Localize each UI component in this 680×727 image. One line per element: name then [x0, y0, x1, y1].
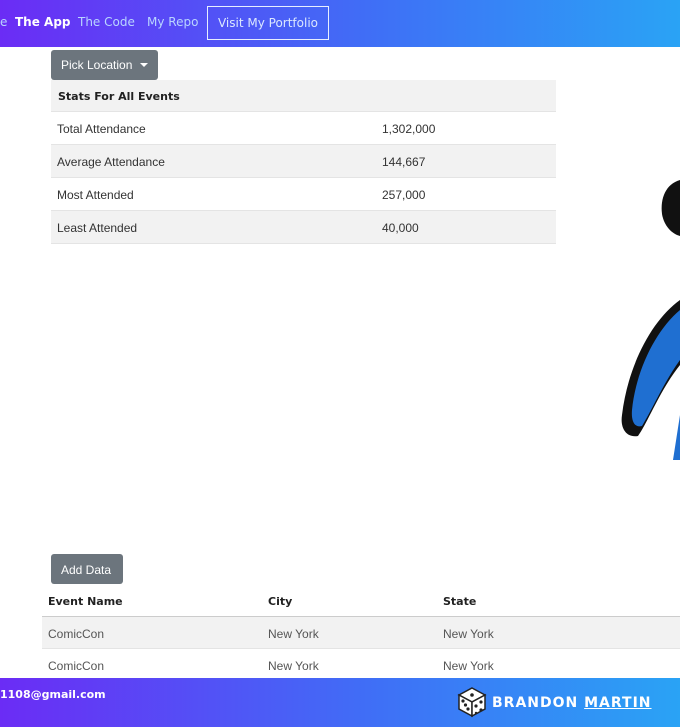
events-header-row: Event Name City State [42, 584, 680, 617]
nav-link-home[interactable]: e [0, 15, 7, 29]
stats-header-label: Stats For All Events [58, 90, 180, 103]
table-row: ComicCon New York New York [42, 617, 680, 649]
table-row: ComicCon New York New York [42, 649, 680, 681]
events-table: Event Name City State ComicCon New York … [42, 584, 680, 681]
nav-link-the-app[interactable]: The App [15, 15, 71, 29]
dice-icon [457, 687, 487, 718]
caret-down-icon [140, 62, 149, 67]
footer-email-link[interactable]: 1108@gmail.com [0, 688, 106, 701]
city-cell: New York [268, 627, 319, 641]
stats-header: Stats For All Events [51, 80, 556, 112]
state-cell: New York [443, 659, 494, 673]
pick-location-dropdown[interactable]: Pick Location [51, 50, 158, 80]
top-navbar: e The App The Code My Repo Visit My Port… [0, 0, 680, 47]
graphic-black-shape [661, 180, 680, 236]
stats-row: Average Attendance 144,667 [51, 145, 556, 178]
stats-value: 144,667 [382, 155, 426, 169]
brand-first-name: BRANDON [492, 695, 579, 711]
event-name-cell: ComicCon [48, 627, 105, 641]
column-header-event-name: Event Name [48, 595, 123, 608]
stats-value: 1,302,000 [382, 122, 436, 136]
brand-name: BRANDON MARTIN [492, 695, 652, 711]
city-cell: New York [268, 659, 319, 673]
state-cell: New York [443, 627, 494, 641]
graphic-blue-fragment [673, 415, 680, 460]
footer: 1108@gmail.com BRANDON MARTIN [0, 678, 680, 727]
stats-row: Total Attendance 1,302,000 [51, 112, 556, 145]
nav-link-the-code[interactable]: The Code [78, 15, 135, 29]
stats-row: Least Attended 40,000 [51, 211, 556, 244]
stats-label: Average Attendance [57, 155, 165, 169]
visit-portfolio-button[interactable]: Visit My Portfolio [207, 6, 329, 40]
stats-row: Most Attended 257,000 [51, 178, 556, 211]
pick-location-label: Pick Location [61, 58, 133, 72]
decorative-graphic [621, 180, 680, 460]
brand-last-name: MARTIN [584, 695, 652, 711]
stats-label: Most Attended [57, 188, 134, 202]
event-name-cell: ComicCon [48, 659, 105, 673]
column-header-city: City [268, 595, 293, 608]
stats-value: 257,000 [382, 188, 426, 202]
add-data-button[interactable]: Add Data [51, 554, 123, 584]
stats-table: Stats For All Events Total Attendance 1,… [51, 80, 556, 244]
column-header-state: State [443, 595, 477, 608]
stats-label: Least Attended [57, 221, 138, 235]
stats-label: Total Attendance [57, 122, 146, 136]
nav-link-my-repo[interactable]: My Repo [147, 15, 198, 29]
footer-brand-logo[interactable]: BRANDON MARTIN [456, 686, 666, 718]
stats-value: 40,000 [382, 221, 419, 235]
